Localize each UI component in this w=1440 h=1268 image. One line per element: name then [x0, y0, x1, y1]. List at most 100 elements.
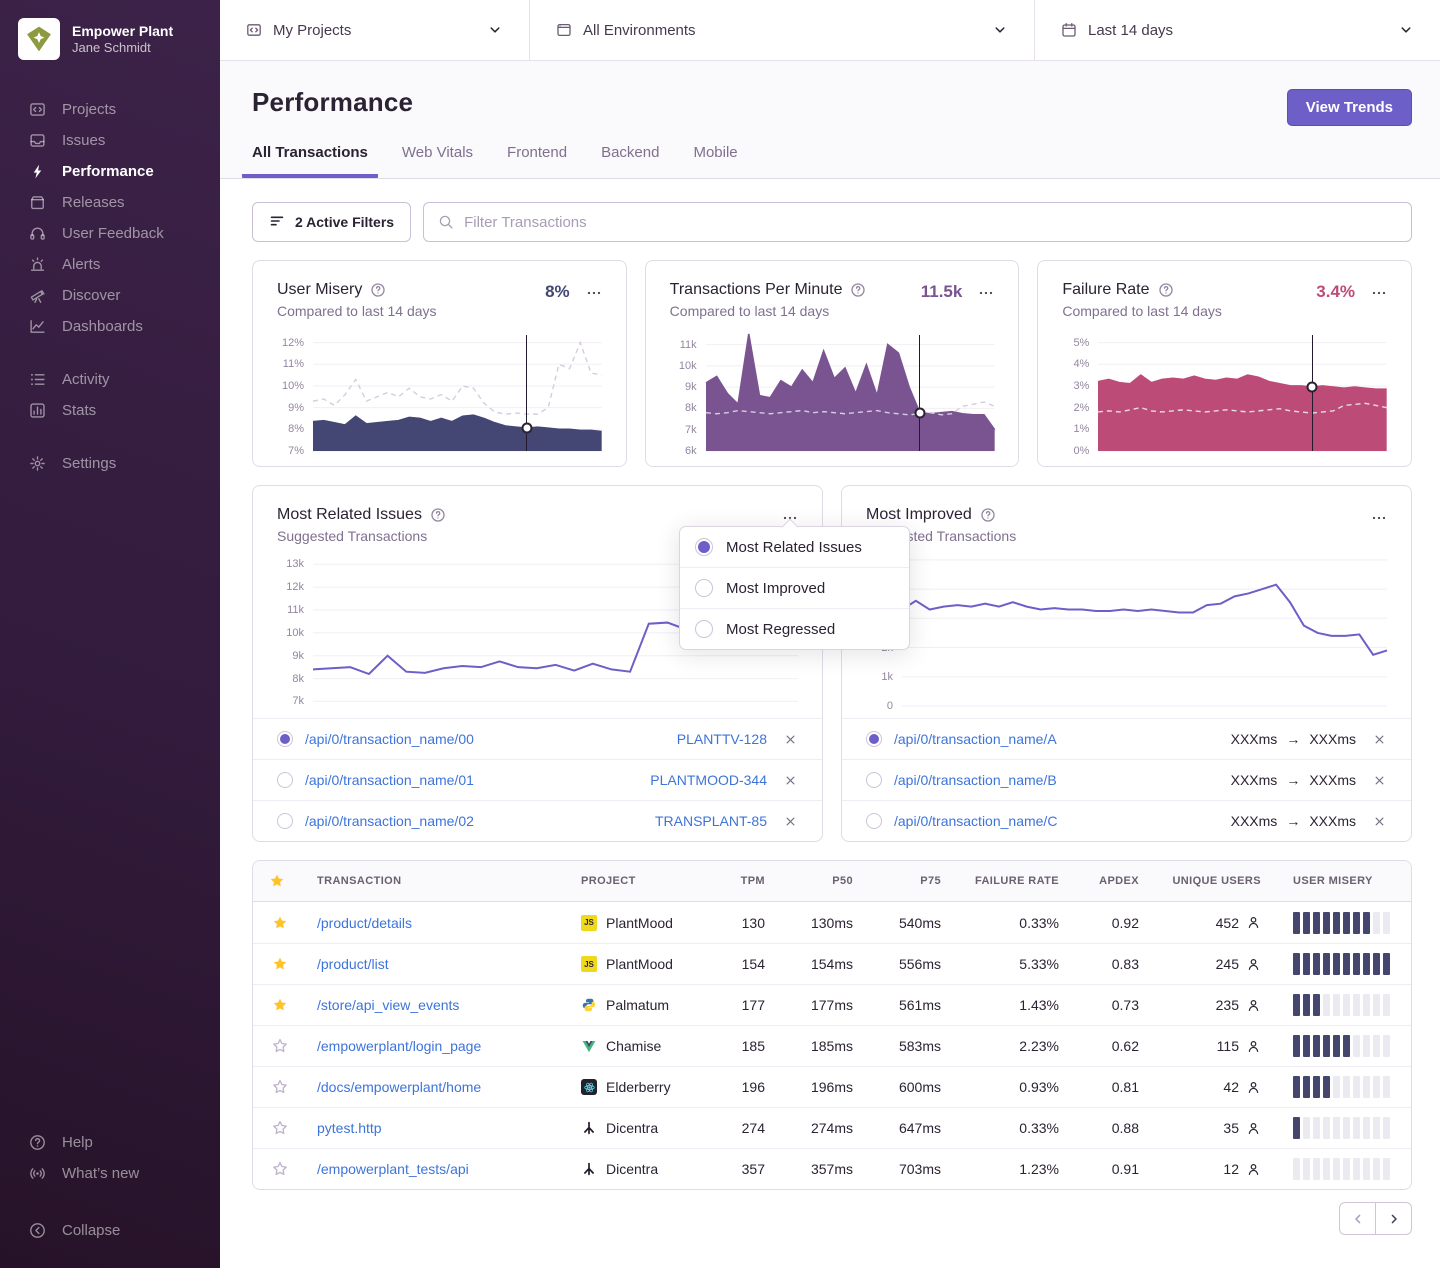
sidebar-item-discover[interactable]: Discover: [0, 280, 220, 311]
sidebar-collapse-button[interactable]: Collapse: [0, 1215, 220, 1246]
radio-button[interactable]: [866, 813, 882, 829]
project-selector[interactable]: My Projects: [220, 0, 530, 60]
sidebar-item-projects[interactable]: Projects: [0, 94, 220, 125]
star-filled-icon[interactable]: [272, 915, 288, 931]
previous-page-button[interactable]: [1339, 1202, 1376, 1235]
sidebar-item-activity[interactable]: Activity: [0, 364, 220, 395]
ellipsis-menu-icon[interactable]: [586, 285, 602, 301]
misery-bar: [1383, 1076, 1390, 1098]
ellipsis-menu-icon[interactable]: [1371, 285, 1387, 301]
issue-link[interactable]: TRANSPLANT-85: [655, 813, 767, 829]
sidebar-item-issues[interactable]: Issues: [0, 125, 220, 156]
radio-button[interactable]: [866, 731, 882, 747]
user-misery-card: User Misery Compared to last 14 days 8% …: [252, 260, 627, 467]
dicentra-platform-icon: [581, 1120, 597, 1136]
transaction-link[interactable]: /api/0/transaction_name/B: [894, 772, 1231, 788]
transaction-link[interactable]: /empowerplant/login_page: [301, 1038, 565, 1054]
org-switcher[interactable]: Empower Plant Jane Schmidt: [0, 18, 220, 60]
y-tick-label: 10k: [679, 360, 697, 372]
transaction-link[interactable]: /api/0/transaction_name/C: [894, 813, 1231, 829]
tab-frontend[interactable]: Frontend: [497, 144, 577, 178]
radio-button[interactable]: [277, 772, 293, 788]
org-logo: [18, 18, 60, 60]
misery-bar: [1353, 1117, 1360, 1139]
close-icon[interactable]: [1372, 732, 1387, 747]
question-icon[interactable]: [370, 282, 386, 298]
sidebar-item-performance[interactable]: Performance: [0, 156, 220, 187]
sidebar-item-dashboards[interactable]: Dashboards: [0, 311, 220, 342]
radio-button[interactable]: [866, 772, 882, 788]
close-icon[interactable]: [1372, 814, 1387, 829]
tab-backend[interactable]: Backend: [591, 144, 669, 178]
transaction-link[interactable]: pytest.http: [301, 1120, 565, 1136]
date-range-selector[interactable]: Last 14 days: [1035, 0, 1440, 60]
chart-plot: [902, 554, 1387, 706]
misery-bar: [1313, 994, 1320, 1016]
issue-link[interactable]: PLANTTV-128: [677, 731, 767, 747]
y-tick-label: 3%: [1073, 380, 1089, 392]
transaction-link[interactable]: /docs/empowerplant/home: [301, 1079, 565, 1095]
sidebar-item-help[interactable]: Help: [0, 1127, 220, 1158]
star-outline-icon[interactable]: [272, 1120, 288, 1136]
sidebar-item-what-s-new[interactable]: What’s new: [0, 1158, 220, 1189]
failure-rate-cell: 2.23%: [957, 1038, 1075, 1054]
sidebar-item-user-feedback[interactable]: User Feedback: [0, 218, 220, 249]
tab-mobile[interactable]: Mobile: [683, 144, 747, 178]
transaction-link[interactable]: /product/details: [301, 915, 565, 931]
close-icon[interactable]: [783, 732, 798, 747]
y-tick-label: 12k: [286, 581, 304, 593]
star-filled-icon[interactable]: [272, 956, 288, 972]
star-outline-icon[interactable]: [272, 1038, 288, 1054]
radio-button[interactable]: [277, 813, 293, 829]
headset-icon: [28, 225, 46, 242]
failure-rate-value: 3.4%: [1316, 282, 1355, 302]
radio-button[interactable]: [695, 538, 713, 556]
transaction-link[interactable]: /api/0/transaction_name/02: [305, 813, 655, 829]
transaction-link[interactable]: /api/0/transaction_name/00: [305, 731, 677, 747]
project-name: Elderberry: [606, 1079, 671, 1095]
star-filled-icon[interactable]: [272, 997, 288, 1013]
question-icon[interactable]: [1158, 282, 1174, 298]
close-icon[interactable]: [783, 773, 798, 788]
menu-item-label: Most Regressed: [726, 621, 835, 638]
project-cell: Palmatum: [565, 997, 717, 1013]
close-icon[interactable]: [1372, 773, 1387, 788]
next-page-button[interactable]: [1375, 1202, 1412, 1235]
transaction-link[interactable]: /api/0/transaction_name/01: [305, 772, 650, 788]
ellipsis-menu-icon[interactable]: [1371, 510, 1387, 526]
failure-rate-cell: 1.43%: [957, 997, 1075, 1013]
radio-button[interactable]: [695, 579, 713, 597]
star-outline-icon[interactable]: [272, 1079, 288, 1095]
search-input[interactable]: [464, 214, 1397, 231]
radio-button[interactable]: [695, 620, 713, 638]
issue-link[interactable]: PLANTMOOD-344: [650, 772, 767, 788]
view-trends-button[interactable]: View Trends: [1287, 89, 1412, 126]
question-icon[interactable]: [430, 507, 446, 523]
sidebar-item-settings[interactable]: Settings: [0, 448, 220, 479]
sidebar-item-stats[interactable]: Stats: [0, 395, 220, 426]
close-icon[interactable]: [783, 814, 798, 829]
menu-item-most-improved[interactable]: Most Improved: [680, 567, 909, 608]
misery-bar: [1343, 1117, 1350, 1139]
menu-item-most-regressed[interactable]: Most Regressed: [680, 608, 909, 649]
telescope-icon: [28, 287, 46, 304]
p75-cell: 647ms: [869, 1120, 957, 1136]
transaction-link[interactable]: /store/api_view_events: [301, 997, 565, 1013]
ellipsis-menu-icon[interactable]: [978, 285, 994, 301]
tab-all-transactions[interactable]: All Transactions: [242, 144, 378, 178]
sidebar-item-releases[interactable]: Releases: [0, 187, 220, 218]
project-name: Chamise: [606, 1038, 661, 1054]
apdex-cell: 0.92: [1075, 915, 1155, 931]
environment-selector[interactable]: All Environments: [530, 0, 1035, 60]
menu-item-most-related-issues[interactable]: Most Related Issues: [680, 527, 909, 567]
transaction-link[interactable]: /product/list: [301, 956, 565, 972]
sidebar-item-alerts[interactable]: Alerts: [0, 249, 220, 280]
active-filters-button[interactable]: 2 Active Filters: [252, 202, 411, 242]
transaction-link[interactable]: /empowerplant_tests/api: [301, 1161, 565, 1177]
star-outline-icon[interactable]: [272, 1161, 288, 1177]
question-icon[interactable]: [850, 282, 866, 298]
question-icon[interactable]: [980, 507, 996, 523]
radio-button[interactable]: [277, 731, 293, 747]
tab-web-vitals[interactable]: Web Vitals: [392, 144, 483, 178]
transaction-link[interactable]: /api/0/transaction_name/A: [894, 731, 1231, 747]
